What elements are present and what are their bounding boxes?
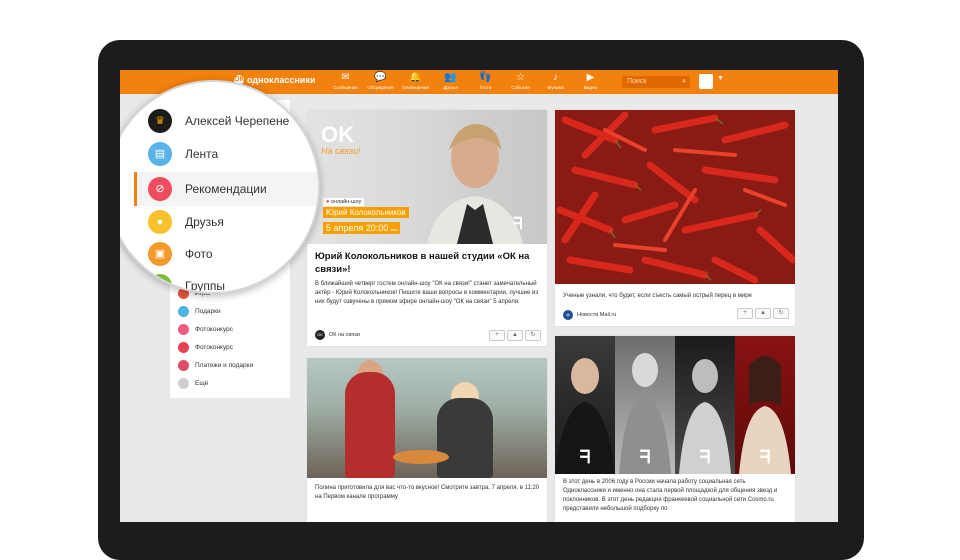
post-peppers[interactable]: Ученые узнали, что будет, если съесть са…: [555, 110, 795, 326]
ok-source-icon: OK: [315, 330, 325, 340]
bell-icon: 🔔: [409, 72, 422, 83]
guest-photo: [427, 124, 523, 244]
music-icon: ♪: [553, 72, 558, 83]
post-text: Полина приготовила для вас что-то вкусно…: [315, 485, 540, 500]
nav-guests[interactable]: 👣 Гости: [468, 72, 503, 91]
sidebar-item-friends[interactable]: ● Друзья: [148, 210, 224, 234]
post-text: Ученые узнали, что будет, если съесть са…: [563, 293, 752, 299]
chevron-down-icon[interactable]: ▼: [717, 75, 724, 82]
post-cooking[interactable]: Полина приготовила для вас что-то вкусно…: [307, 358, 547, 522]
post-actions: + ▲ ↻: [737, 308, 789, 319]
photo-panel: ᖷ: [555, 336, 615, 474]
post-text: В этот день в 2006 году в России начала …: [563, 479, 778, 512]
woman-figure: [437, 398, 493, 478]
footprints-icon: 👣: [479, 72, 492, 83]
post-image[interactable]: [307, 358, 547, 478]
profile-avatar[interactable]: [699, 74, 713, 89]
nav-messages[interactable]: ✉ Сообщения: [328, 72, 363, 91]
sidebar-item-feed[interactable]: ▤ Лента: [148, 142, 218, 166]
nav-video[interactable]: ▶ Видео: [573, 72, 608, 91]
left-menu-item-photo-contest-2[interactable]: Фотоконкурс: [178, 342, 233, 353]
wallet-icon: [178, 360, 189, 371]
photo-icon: ▣: [148, 242, 172, 266]
show-date: 5 апреля 20:00 мск: [323, 222, 401, 234]
video-icon: ▶: [586, 72, 595, 83]
reshare-button[interactable]: ↻: [525, 330, 541, 341]
sidebar-item-groups[interactable]: ● Группы: [148, 274, 225, 292]
post-title[interactable]: Юрий Колокольников в нашей студии «ОК на…: [315, 250, 541, 276]
chat-icon: 💬: [374, 72, 387, 83]
ok-logo: OK: [321, 122, 354, 147]
man-figure: [345, 372, 395, 478]
ok-logo-icon: ᖷ: [639, 447, 651, 467]
trophy-icon: [178, 342, 189, 353]
friends-icon: ●: [148, 210, 172, 234]
left-menu-item-payments[interactable]: Платежи и подарки: [178, 360, 253, 371]
ok-logo-icon: ᖷ: [759, 447, 771, 467]
show-subtitle: На связи!: [321, 146, 361, 156]
post-actions: + ▲ ↻: [489, 330, 541, 341]
chevron-down-icon: [178, 378, 189, 389]
reshare-button[interactable]: ↻: [773, 308, 789, 319]
left-menu-item-gifts[interactable]: Подарки: [178, 306, 221, 317]
feed-icon: ▤: [148, 142, 172, 166]
left-menu-item-photo-contest[interactable]: Фотоконкурс: [178, 324, 233, 335]
nav-notifications[interactable]: 🔔 Оповещения: [398, 72, 433, 91]
show-label: ● онлайн-шоу: [323, 198, 365, 206]
like-button[interactable]: ▲: [507, 330, 523, 341]
post-image[interactable]: OK На связи! ● онлайн-шоу Юрий Колокольн…: [307, 110, 547, 244]
post-image[interactable]: [555, 110, 795, 284]
sidebar-item-photo[interactable]: ▣ Фото: [148, 242, 213, 266]
compass-icon: ⊘: [148, 177, 172, 201]
sidebar-item-recommendations[interactable]: ⊘ Рекомендации: [148, 177, 267, 201]
mail-ru-icon: @: [563, 310, 573, 320]
like-button[interactable]: ▲: [755, 308, 771, 319]
photo-panel: ᖷ: [615, 336, 675, 474]
nav-events[interactable]: ☆ События: [503, 72, 538, 91]
app-name: одноклассники: [247, 75, 316, 85]
photo-panel: ᖷ: [735, 336, 795, 474]
search-icon[interactable]: ⌕: [682, 76, 686, 88]
peppers-photo: [555, 110, 795, 284]
crown-icon: ♛: [148, 109, 172, 133]
post-ok-na-svyazi[interactable]: OK На связи! ● онлайн-шоу Юрий Колокольн…: [307, 110, 547, 346]
friends-icon: 👥: [444, 72, 457, 83]
nav-music[interactable]: ♪ Музыка: [538, 72, 573, 91]
top-nav: ✉ Сообщения 💬 Обсуждения 🔔 Оповещения 👥 Друз…: [328, 72, 608, 91]
bag-icon: [178, 324, 189, 335]
share-button[interactable]: +: [737, 308, 753, 319]
ok-watermark-icon: ᖷ: [513, 216, 523, 233]
post-source[interactable]: OK ОК на связи: [315, 330, 360, 340]
post-image[interactable]: ᖷ ᖷ ᖷ ᖷ: [555, 336, 795, 474]
events-icon: ☆: [516, 72, 525, 83]
share-button[interactable]: +: [489, 330, 505, 341]
post-text: В ближайший четверг гостем онлайн-шоу "О…: [315, 281, 539, 305]
gift-icon: [178, 306, 189, 317]
post-source[interactable]: @ Новости Mail.ru: [563, 310, 616, 320]
left-menu-item-more[interactable]: Ещё: [178, 378, 208, 389]
search-placeholder: Поиск: [627, 78, 647, 85]
nav-discussions[interactable]: 💬 Обсуждения: [363, 72, 398, 91]
sidebar-item-profile[interactable]: ♛ Алексей Черепене: [148, 109, 289, 133]
ok-logo-icon: ᖷ: [699, 447, 711, 467]
magnifier: ♛ Алексей Черепене ▤ Лента ⊘ Рекомендации ●…: [120, 80, 320, 294]
envelope-icon: ✉: [341, 72, 350, 83]
app-logo[interactable]: ОК одноклассники: [234, 75, 315, 85]
guest-name: Юрий Колокольников: [323, 207, 409, 218]
groups-icon: ●: [148, 274, 172, 292]
dish: [393, 450, 449, 464]
screen: ОК одноклассники ✉ Сообщения 💬 Обсуждения …: [120, 70, 838, 522]
post-ok-anniversary[interactable]: ᖷ ᖷ ᖷ ᖷ В этот день в 2006 году в России…: [555, 336, 795, 522]
photo-panel: ᖷ: [675, 336, 735, 474]
nav-friends[interactable]: 👥 Друзья: [433, 72, 468, 91]
ok-logo-icon: ᖷ: [579, 447, 591, 467]
search-input[interactable]: Поиск ⌕: [622, 76, 690, 88]
